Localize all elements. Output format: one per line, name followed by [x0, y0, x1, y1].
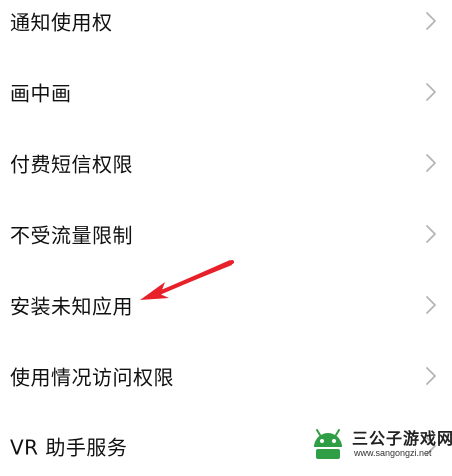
- setting-row-notification-access[interactable]: 通知使用权: [0, 0, 452, 51]
- setting-row-premium-sms[interactable]: 付费短信权限: [0, 133, 452, 193]
- watermark-title: 三公子游戏网: [352, 429, 452, 448]
- chevron-right-icon: [426, 12, 436, 30]
- setting-label: 通知使用权: [10, 10, 113, 35]
- chevron-right-icon: [426, 83, 436, 101]
- site-watermark: 三公子游戏网 www.sangongzi.net: [308, 421, 452, 465]
- setting-label: VR 助手服务: [10, 435, 128, 460]
- setting-row-unrestricted-data[interactable]: 不受流量限制: [0, 204, 452, 264]
- setting-label: 不受流量限制: [10, 223, 133, 248]
- chevron-right-icon: [426, 367, 436, 385]
- setting-row-picture-in-picture[interactable]: 画中画: [0, 62, 452, 122]
- setting-row-usage-access[interactable]: 使用情况访问权限: [0, 346, 452, 406]
- watermark-url: www.sangongzi.net: [354, 448, 432, 458]
- setting-label: 付费短信权限: [10, 152, 133, 177]
- setting-row-install-unknown-apps[interactable]: 安装未知应用: [0, 275, 452, 335]
- chevron-right-icon: [426, 296, 436, 314]
- android-robot-logo-icon: [314, 429, 342, 459]
- chevron-right-icon: [426, 225, 436, 243]
- setting-label: 使用情况访问权限: [10, 365, 174, 390]
- settings-list: 通知使用权 画中画 付费短信权限 不受流量限制 安装未知应用 使用情况访问权限: [0, 0, 452, 469]
- setting-label: 安装未知应用: [10, 294, 133, 319]
- setting-label: 画中画: [10, 81, 72, 106]
- chevron-right-icon: [426, 154, 436, 172]
